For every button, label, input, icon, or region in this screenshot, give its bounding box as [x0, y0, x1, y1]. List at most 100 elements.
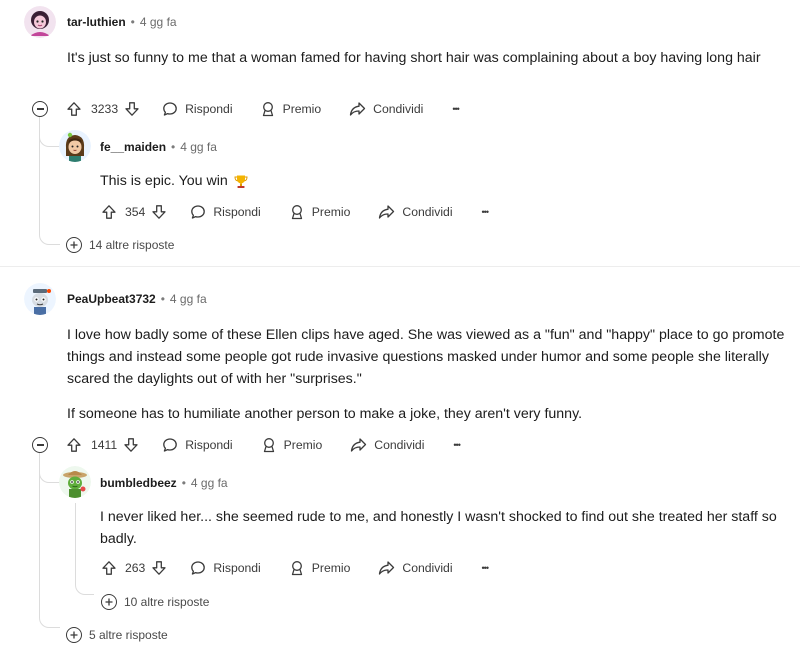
downvote-button[interactable]	[151, 560, 167, 576]
downvote-button[interactable]	[123, 437, 139, 453]
reply-label: Rispondi	[213, 561, 261, 575]
share-button[interactable]: Condividi	[378, 204, 453, 220]
downvote-button[interactable]	[151, 204, 167, 220]
separator-dot: •	[160, 292, 165, 306]
reply-body: This is epic. You win	[100, 170, 248, 192]
upvote-button[interactable]	[101, 560, 117, 576]
share-label: Condividi	[374, 438, 425, 452]
share-label: Condividi	[402, 561, 453, 575]
arrow-up-icon	[101, 560, 117, 576]
username[interactable]: PeaUpbeat3732	[67, 292, 156, 306]
comment-text: It's just so funny to me that a woman fa…	[67, 50, 761, 66]
separator-dot: •	[181, 476, 186, 490]
overflow-menu-button[interactable]: •••	[453, 440, 461, 450]
more-replies-link[interactable]: 10 altre risposte	[101, 594, 209, 610]
username[interactable]: tar-luthien	[67, 15, 126, 29]
vote-count: 3233	[91, 102, 119, 116]
collapse-thread-button[interactable]	[32, 101, 48, 117]
comment-text: I never liked her... she seemed rude to …	[100, 509, 777, 547]
upvote-button[interactable]	[101, 204, 117, 220]
comment-actions: 3233 Rispondi Premio Condividi •••	[66, 98, 460, 120]
thread-connector	[39, 466, 60, 483]
more-replies-link[interactable]: 14 altre risposte	[66, 237, 174, 253]
thread-connector	[39, 222, 60, 245]
overflow-menu-button[interactable]: •••	[481, 563, 490, 573]
award-icon	[261, 437, 277, 453]
share-button[interactable]: Condividi	[378, 560, 453, 576]
reply-button[interactable]: Rispondi	[162, 101, 233, 117]
reply-actions: 354 Rispondi Premio Condividi •••	[101, 201, 490, 223]
share-arrow-icon	[349, 101, 366, 117]
comment-divider	[0, 266, 800, 267]
reply-button[interactable]: Rispondi	[190, 560, 261, 576]
ellipsis-icon: •••	[453, 440, 461, 450]
avatar[interactable]	[24, 6, 56, 38]
reply-meta: bumbledbeez • 4 gg fa	[100, 476, 228, 490]
reply-button[interactable]: Rispondi	[162, 437, 233, 453]
arrow-down-icon	[124, 101, 140, 117]
comment-paragraph: If someone has to humiliate another pers…	[67, 406, 583, 422]
speech-bubble-icon	[162, 437, 178, 453]
arrow-down-icon	[151, 204, 167, 220]
speech-bubble-icon	[190, 560, 206, 576]
comment-paragraph: I love how badly some of these Ellen cli…	[67, 327, 785, 387]
reply-label: Rispondi	[185, 438, 233, 452]
thread-connector	[39, 608, 60, 628]
overflow-menu-button[interactable]: •••	[452, 104, 460, 114]
plus-circle-icon	[66, 627, 82, 643]
share-arrow-icon	[378, 560, 395, 576]
arrow-up-icon	[101, 204, 117, 220]
share-button[interactable]: Condividi	[350, 437, 424, 453]
award-icon	[289, 560, 305, 576]
comment-actions: 1411 Rispondi Premio Condividi •••	[66, 434, 461, 456]
award-button[interactable]: Premio	[289, 560, 351, 576]
more-replies-link[interactable]: 5 altre risposte	[66, 627, 168, 643]
vote-count: 1411	[91, 438, 118, 452]
reply-button[interactable]: Rispondi	[190, 204, 261, 220]
overflow-menu-button[interactable]: •••	[482, 207, 490, 217]
arrow-down-icon	[123, 437, 139, 453]
award-button[interactable]: Premio	[261, 437, 322, 453]
ellipsis-icon: •••	[481, 563, 490, 573]
timestamp[interactable]: 4 gg fa	[191, 476, 228, 490]
share-label: Condividi	[373, 102, 424, 116]
minus-circle-icon	[36, 108, 44, 110]
vote-count: 354	[125, 205, 146, 219]
upvote-button[interactable]	[66, 437, 82, 453]
timestamp[interactable]: 4 gg fa	[180, 140, 217, 154]
more-replies-label: 14 altre risposte	[89, 238, 175, 252]
comment-meta: PeaUpbeat3732 • 4 gg fa	[67, 292, 207, 306]
more-replies-label: 5 altre risposte	[89, 628, 168, 642]
comment-meta: tar-luthien • 4 gg fa	[67, 15, 177, 29]
award-label: Premio	[311, 561, 351, 575]
thread-connector	[39, 130, 60, 147]
share-button[interactable]: Condividi	[349, 101, 423, 117]
share-arrow-icon	[378, 204, 395, 220]
more-replies-label: 10 altre risposte	[124, 595, 210, 609]
award-label: Premio	[311, 205, 351, 219]
collapse-thread-button[interactable]	[32, 437, 48, 453]
share-label: Condividi	[402, 205, 453, 219]
avatar[interactable]	[24, 283, 56, 315]
reply-meta: fe__maiden • 4 gg fa	[100, 140, 217, 154]
share-arrow-icon	[350, 437, 367, 453]
username[interactable]: bumbledbeez	[100, 476, 177, 490]
reply-label: Rispondi	[213, 205, 261, 219]
comment-text: This is epic. You win	[100, 173, 228, 189]
thread-line	[75, 503, 76, 575]
trophy-icon	[234, 174, 248, 189]
timestamp[interactable]: 4 gg fa	[170, 292, 207, 306]
award-button[interactable]: Premio	[260, 101, 321, 117]
award-icon	[260, 101, 276, 117]
plus-circle-icon	[101, 594, 117, 610]
speech-bubble-icon	[162, 101, 178, 117]
avatar[interactable]	[59, 130, 91, 162]
avatar[interactable]	[59, 466, 91, 498]
downvote-button[interactable]	[124, 101, 140, 117]
award-button[interactable]: Premio	[289, 204, 351, 220]
username[interactable]: fe__maiden	[100, 140, 166, 154]
plus-circle-icon	[66, 237, 82, 253]
upvote-button[interactable]	[66, 101, 82, 117]
timestamp[interactable]: 4 gg fa	[140, 15, 177, 29]
arrow-up-icon	[66, 101, 82, 117]
